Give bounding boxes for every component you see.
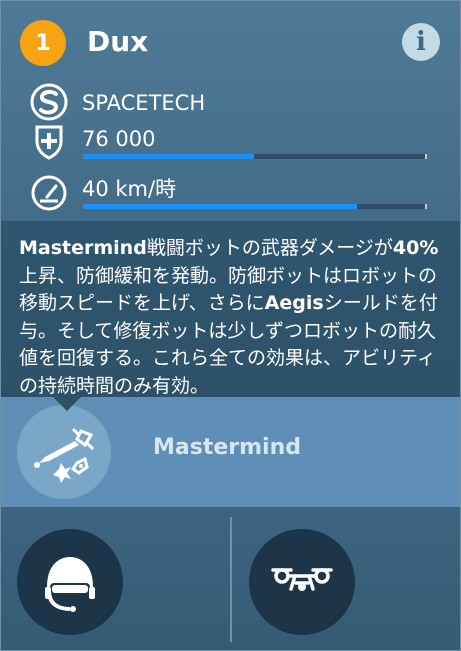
- ability-button[interactable]: Mastermind: [1, 397, 460, 507]
- description-highlight: Aegis: [264, 292, 324, 314]
- description-segment: 戦闘ボットの武器ダメージが: [146, 237, 393, 259]
- manufacturer-label: SPACETECH: [82, 91, 206, 115]
- ability-description-text: Mastermind戦闘ボットの武器ダメージが40%上昇、防御緩和を発動。防御ボ…: [19, 235, 444, 400]
- info-icon[interactable]: i: [402, 23, 440, 61]
- level-badge: 1: [20, 20, 66, 66]
- robot-name: Dux: [87, 25, 149, 58]
- speedometer-icon: [31, 175, 67, 211]
- durability-value: 76 000: [82, 127, 156, 151]
- pilot-slot[interactable]: [17, 529, 123, 635]
- speed-bar-fill: [83, 204, 357, 209]
- description-pointer: [53, 397, 81, 411]
- durability-bar: [83, 154, 427, 159]
- pilot-helmet-icon: [45, 557, 95, 612]
- drone-tools-icon: [34, 427, 95, 483]
- ability-description: Mastermind戦闘ボットの武器ダメージが40%上昇、防御緩和を発動。防御ボ…: [1, 221, 460, 397]
- speed-value: 40 km/時: [82, 177, 177, 201]
- shield-plus-icon: [35, 125, 63, 160]
- ability-label: Mastermind: [153, 435, 301, 460]
- speed-bar: [83, 204, 427, 209]
- ability-icon-circle: [17, 405, 111, 499]
- drone-slot[interactable]: [249, 529, 355, 635]
- slot-divider: [230, 517, 232, 642]
- spacetech-logo-icon: [30, 83, 68, 121]
- description-highlight: Mastermind: [19, 237, 147, 259]
- module-slots: [1, 507, 460, 650]
- drone-icon: [271, 568, 333, 591]
- description-highlight: 40%: [392, 237, 439, 259]
- robot-card: 1 Dux i SPACETECH 76 000 40 km/時 Masterm…: [0, 0, 461, 651]
- durability-bar-fill: [83, 154, 254, 159]
